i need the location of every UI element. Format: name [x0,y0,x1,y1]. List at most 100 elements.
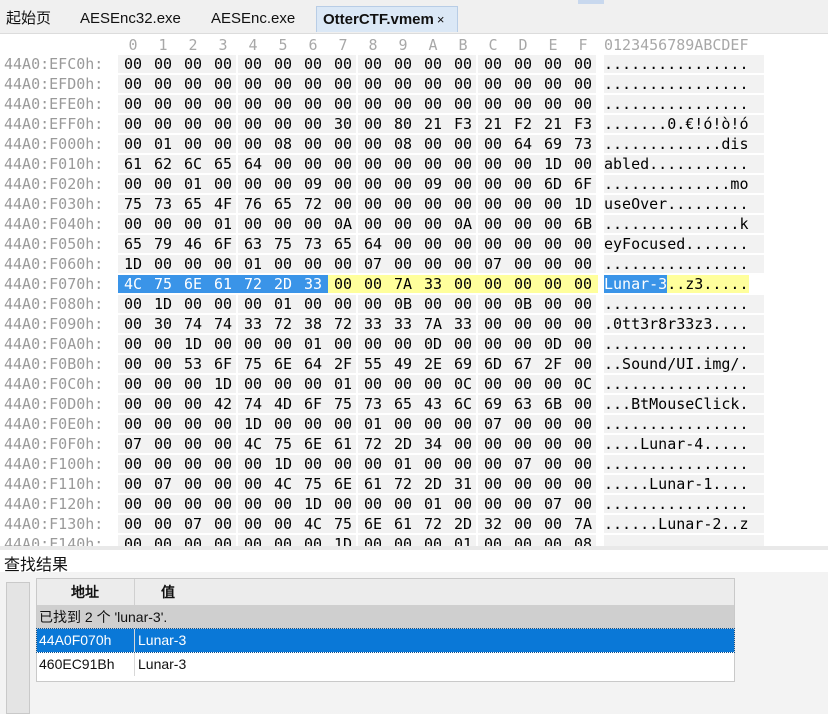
hex-byte[interactable]: 79 [148,235,178,253]
hex-byte[interactable]: 0B [388,295,418,313]
hex-byte[interactable]: 2D [418,475,448,493]
hex-byte[interactable]: 73 [568,135,598,153]
hex-byte[interactable]: 21 [478,115,508,133]
hex-byte[interactable]: 33 [418,275,448,293]
hex-byte[interactable]: 00 [178,215,208,233]
hex-byte[interactable]: 00 [418,155,448,173]
hex-byte[interactable]: 00 [538,315,568,333]
hex-byte[interactable]: 00 [118,375,148,393]
hex-byte[interactable]: 00 [388,75,418,93]
hex-byte[interactable]: 00 [388,535,418,546]
hex-byte[interactable]: 73 [298,235,328,253]
hex-byte[interactable]: 2D [388,435,418,453]
hex-byte[interactable]: 00 [208,495,238,513]
hex-byte[interactable]: 00 [448,55,478,73]
hex-byte[interactable]: 0C [568,375,598,393]
hex-byte[interactable]: 00 [478,435,508,453]
hex-byte[interactable]: 00 [298,375,328,393]
hex-byte[interactable]: 00 [538,75,568,93]
hex-byte[interactable]: 00 [508,175,538,193]
hex-byte[interactable]: 00 [568,95,598,113]
hex-byte[interactable]: 33 [358,315,388,333]
hex-byte[interactable]: 00 [568,295,598,313]
hex-byte[interactable]: 00 [538,375,568,393]
hex-byte[interactable]: 76 [238,195,268,213]
hex-byte[interactable]: 00 [328,55,358,73]
ascii-text[interactable]: ................ [604,335,764,353]
hex-byte[interactable]: 00 [448,495,478,513]
tab-aesenc[interactable]: AESEnc.exe [211,6,295,32]
hex-byte[interactable]: 00 [568,315,598,333]
ascii-text[interactable]: ...............k [604,215,764,233]
hex-byte[interactable]: 00 [148,455,178,473]
hex-byte[interactable]: 09 [298,175,328,193]
hex-byte[interactable]: 00 [268,95,298,113]
hex-byte[interactable]: 00 [448,295,478,313]
hex-byte[interactable]: 1D [118,255,148,273]
hex-byte[interactable]: 00 [298,535,328,546]
hex-byte[interactable]: 0D [538,335,568,353]
hex-byte[interactable]: 4C [118,275,148,293]
hex-byte[interactable]: 00 [148,375,178,393]
hex-byte[interactable]: 00 [118,95,148,113]
hex-byte[interactable]: 00 [388,495,418,513]
result-row[interactable]: 44A0F070h Lunar-3 [36,628,735,653]
ascii-text[interactable]: Lunar-3..z3..... [604,275,764,293]
hex-byte[interactable]: 00 [508,235,538,253]
hex-byte[interactable]: 00 [118,535,148,546]
hex-byte[interactable]: 2E [418,355,448,373]
hex-byte[interactable]: 53 [178,355,208,373]
hex-editor-view[interactable]: 0 1 2 3 4 5 6 7 8 9 A B C D E F 0123456789ABCDEF 44A0:EF… [0,34,828,546]
hex-byte[interactable]: 42 [208,395,238,413]
hex-byte[interactable]: 63 [508,395,538,413]
hex-byte[interactable]: 01 [358,415,388,433]
hex-byte[interactable]: 61 [118,155,148,173]
hex-byte[interactable]: 01 [148,135,178,153]
hex-byte[interactable]: 00 [448,335,478,353]
hex-byte[interactable]: 00 [538,55,568,73]
hex-byte[interactable]: 00 [358,135,388,153]
ascii-text[interactable]: ................ [604,95,764,113]
ascii-text[interactable]: eyFocused....... [604,235,764,253]
hex-byte[interactable]: 00 [508,495,538,513]
hex-byte[interactable]: 00 [418,455,448,473]
ascii-text[interactable]: ................ [604,295,764,313]
ascii-text[interactable]: ................ [604,55,764,73]
hex-byte[interactable]: 00 [508,195,538,213]
hex-byte[interactable]: 00 [178,115,208,133]
hex-byte[interactable]: 4C [238,435,268,453]
hex-byte[interactable]: 00 [508,315,538,333]
hex-byte[interactable]: 00 [238,135,268,153]
hex-byte[interactable]: 00 [178,95,208,113]
hex-byte[interactable]: 00 [118,215,148,233]
ascii-text[interactable]: ....Lunar-4..... [604,435,764,453]
hex-byte[interactable]: 00 [238,335,268,353]
hex-byte[interactable]: 00 [298,55,328,73]
hex-byte[interactable]: 6F [568,175,598,193]
hex-byte[interactable]: 00 [328,415,358,433]
hex-byte[interactable]: 00 [568,75,598,93]
hex-byte[interactable]: 00 [568,255,598,273]
hex-byte[interactable]: 00 [568,335,598,353]
hex-byte[interactable]: 00 [538,535,568,546]
hex-byte[interactable]: 00 [268,175,298,193]
hex-byte[interactable]: 00 [148,55,178,73]
hex-byte[interactable]: 00 [388,335,418,353]
hex-byte[interactable]: 00 [208,435,238,453]
hex-byte[interactable]: 00 [238,95,268,113]
hex-byte[interactable]: 00 [478,175,508,193]
ascii-text[interactable]: ................ [604,375,764,393]
hex-byte[interactable]: 00 [388,375,418,393]
hex-byte[interactable]: 00 [148,255,178,273]
hex-byte[interactable]: 6D [478,355,508,373]
hex-byte[interactable]: 00 [508,435,538,453]
hex-byte[interactable]: 00 [268,55,298,73]
hex-byte[interactable]: 00 [328,495,358,513]
hex-byte[interactable]: 00 [238,455,268,473]
hex-byte[interactable]: 00 [508,475,538,493]
hex-byte[interactable]: 00 [298,95,328,113]
hex-byte[interactable]: 00 [478,495,508,513]
hex-byte[interactable]: 00 [148,95,178,113]
hex-byte[interactable]: 61 [328,435,358,453]
hex-byte[interactable]: 00 [508,55,538,73]
